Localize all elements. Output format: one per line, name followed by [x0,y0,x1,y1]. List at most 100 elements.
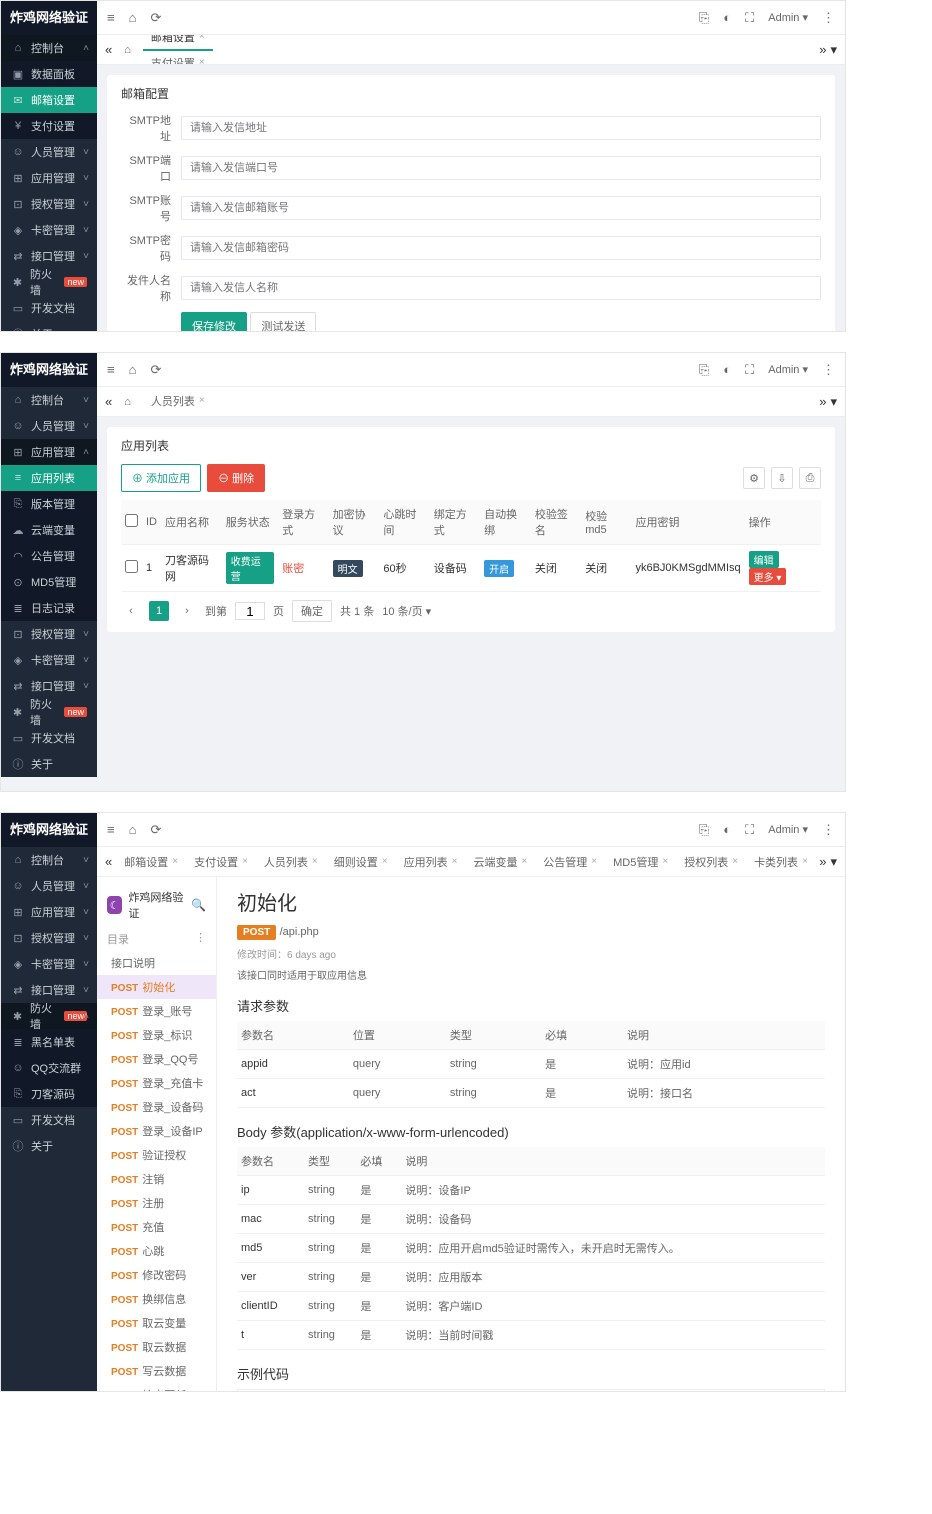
close-icon[interactable]: × [452,856,458,867]
sidebar-item[interactable]: ☺人员管理˅ [1,139,97,165]
sidebar-item[interactable]: ⌂控制台˅ [1,387,97,413]
refresh-icon[interactable]: ⟳ [150,362,161,378]
sidebar-item[interactable]: ⓘ关于 [1,1133,97,1159]
fullscreen-icon[interactable]: ⛶ [745,822,754,838]
sidebar-item[interactable]: ⊞应用管理˄ [1,439,97,465]
sidebar-item[interactable]: ◈卡密管理˅ [1,951,97,977]
close-icon[interactable]: × [591,856,597,867]
tab-home[interactable]: ⌂ [116,392,139,412]
tab[interactable]: 邮箱设置× [116,849,186,875]
docs-nav-item[interactable]: POST登录_设备码 [97,1095,216,1119]
more-icon[interactable]: ⋮ [822,10,835,26]
docs-nav-item[interactable]: POST心跳 [97,1239,216,1263]
home-icon[interactable]: ⌂ [129,362,137,377]
close-icon[interactable]: × [732,856,738,867]
text-input[interactable] [181,196,821,220]
theme-icon[interactable]: ◐ [723,362,731,377]
docs-nav-item[interactable]: 接口说明 [97,951,216,975]
sidebar-item[interactable]: ☺人员管理˅ [1,873,97,899]
docs-nav-item[interactable]: POST登录_设备IP [97,1119,216,1143]
docs-nav-item[interactable]: POST修改密码 [97,1263,216,1287]
search-icon[interactable]: 🔍 [191,898,206,912]
sidebar-item[interactable]: ⓘ关于 [1,751,97,777]
sidebar-item[interactable]: ▭开发文档 [1,295,97,321]
refresh-icon[interactable]: ⟳ [150,10,161,26]
docs-nav-item[interactable]: POST登录_账号 [97,999,216,1023]
pager-go[interactable]: 确定 [292,600,332,622]
sidebar-item[interactable]: ⌂控制台˅ [1,847,97,873]
close-icon[interactable]: × [312,856,318,867]
tab[interactable]: MD5管理× [605,849,676,875]
tab[interactable]: 授权列表× [676,849,746,875]
pager-page-1[interactable]: 1 [149,601,169,621]
sidebar-item[interactable]: ⊡授权管理˅ [1,191,97,217]
tab[interactable]: 云端变量× [465,849,535,875]
sidebar-item[interactable]: ⌂控制台˄ [1,35,97,61]
print-icon[interactable]: ⎙ [799,467,821,489]
close-icon[interactable]: × [382,856,388,867]
sidebar-item[interactable]: ⊞应用管理˅ [1,899,97,925]
close-icon[interactable]: × [662,856,668,867]
message-icon[interactable]: ⎘ [699,362,709,378]
tabs-menu-icon[interactable]: ▾ [830,854,837,870]
close-icon[interactable]: × [521,856,527,867]
tabs-prev-icon[interactable]: « [105,394,112,409]
pager-size[interactable]: 10 条/页 ▾ [382,603,431,619]
edit-button[interactable]: 编辑 [749,551,779,568]
tabs-next-icon[interactable]: » [819,42,826,57]
sidebar-item[interactable]: ⎘刀客源码 [1,1081,97,1107]
docs-nav-item[interactable]: POST换绑信息 [97,1287,216,1311]
docs-nav-item[interactable]: POST登录_充值卡 [97,1071,216,1095]
menu-toggle-icon[interactable]: ≡ [107,362,115,377]
tabs-menu-icon[interactable]: ▾ [830,394,837,410]
sidebar-item[interactable]: ✉邮箱设置 [1,87,97,113]
docs-nav-item[interactable]: POST写云数据 [97,1359,216,1383]
tab[interactable]: 卡类列表× [746,849,815,875]
sidebar-item[interactable]: ◈卡密管理˅ [1,217,97,243]
tab[interactable]: 人员列表× [256,849,326,875]
docs-nav-item[interactable]: POST登录_QQ号 [97,1047,216,1071]
sidebar-item[interactable]: ✱防火墙new [1,269,97,295]
menu-toggle-icon[interactable]: ≡ [107,822,115,837]
select-all-checkbox[interactable] [125,514,138,527]
sidebar-item[interactable]: ≡应用列表 [1,465,97,491]
sidebar-item[interactable]: ⊡授权管理˅ [1,621,97,647]
text-input[interactable] [181,276,821,300]
tab[interactable]: 支付设置× [143,51,213,66]
close-icon[interactable]: × [199,57,205,65]
tab[interactable]: 邮箱设置× [143,35,213,51]
tab[interactable]: 公告管理× [535,849,605,875]
tab[interactable]: 支付设置× [186,849,256,875]
sidebar-item[interactable]: ¥支付设置 [1,113,97,139]
sidebar-item[interactable]: ⓘ关于 [1,321,97,332]
text-input[interactable] [181,156,821,180]
close-icon[interactable]: × [199,35,205,42]
docs-nav-item[interactable]: POST注册 [97,1191,216,1215]
docs-nav-item[interactable]: POST注销 [97,1167,216,1191]
user-menu[interactable]: Admin ▾ [768,363,808,376]
sidebar-item[interactable]: ≣黑名单表 [1,1029,97,1055]
docs-nav-item[interactable]: POST取云变量 [97,1311,216,1335]
pager-input[interactable] [235,602,265,620]
filter-icon[interactable]: ⚙ [743,467,765,489]
more-icon[interactable]: ⋮ [822,822,835,838]
tabs-prev-icon[interactable]: « [105,854,112,869]
sidebar-item[interactable]: ☺QQ交流群 [1,1055,97,1081]
sidebar-item[interactable]: ☺人员管理˅ [1,413,97,439]
row-checkbox[interactable] [125,560,138,573]
user-menu[interactable]: Admin ▾ [768,823,808,836]
sidebar-item[interactable]: ✱防火墙new [1,699,97,725]
sidebar-item[interactable]: ⊞应用管理˅ [1,165,97,191]
tab[interactable]: 应用列表× [396,849,466,875]
sidebar-item[interactable]: ☁云端变量 [1,517,97,543]
add-app-button[interactable]: ⊕ 添加应用 [121,464,201,492]
save-button[interactable]: 保存修改 [181,312,247,332]
sidebar-item[interactable]: ▭开发文档 [1,1107,97,1133]
more-icon[interactable]: ⋮ [822,362,835,378]
tabs-prev-icon[interactable]: « [105,42,112,57]
more-button[interactable]: 更多 ▾ [749,568,787,585]
sidebar-item[interactable]: ◠公告管理 [1,543,97,569]
theme-icon[interactable]: ◐ [723,10,731,25]
close-icon[interactable]: × [802,856,808,867]
refresh-icon[interactable]: ⟳ [150,822,161,838]
